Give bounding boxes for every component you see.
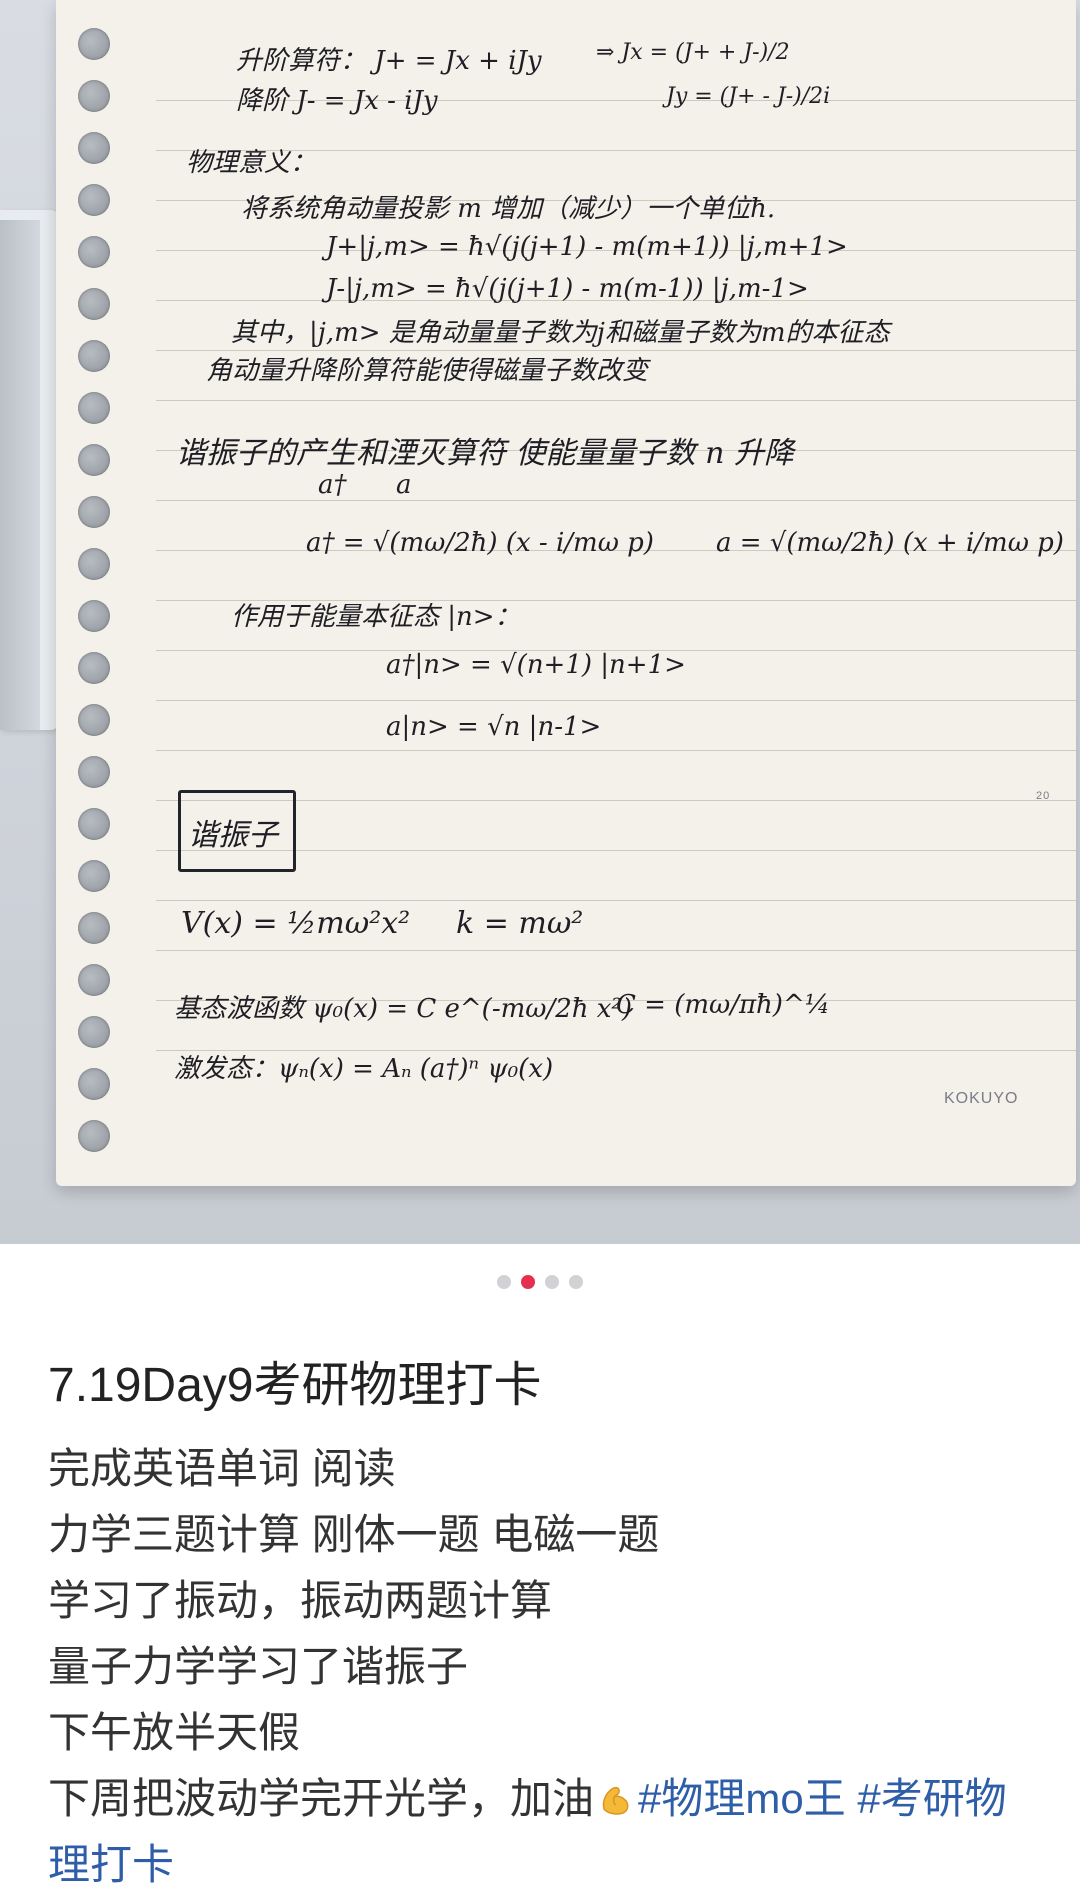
note-a-dagger-definition: a† = √(mω/2ħ) (x - i/mω p): [306, 528, 654, 558]
note-excited-state: 激发态：ψₙ(x) = Aₙ (a†)ⁿ ψ₀(x): [174, 1054, 554, 1084]
note-ladder-effect: 角动量升降阶算符能使得磁量子数改变: [206, 356, 649, 386]
note-a-dagger-label: a†: [318, 470, 347, 500]
note-c-definition: C = (mω/πħ)^¼: [616, 990, 830, 1020]
hashtag-link[interactable]: #物理mo王: [638, 1775, 846, 1822]
note-jplus-action: J+|j,m> = ħ√(j(j+1) - m(m+1)) |j,m+1>: [326, 232, 848, 262]
post-line: 完成英语单词 阅读: [48, 1445, 396, 1492]
post-line: 量子力学学习了谐振子: [48, 1643, 469, 1690]
carousel-dot[interactable]: [545, 1275, 559, 1289]
note-acts-on: 作用于能量本征态 |n>：: [231, 602, 521, 632]
post-body: 完成英语单词 阅读 力学三题计算 刚体一题 电磁一题 学习了振动，振动两题计算 …: [48, 1436, 1038, 1898]
note-physical-meaning: 将系统角动量投影 m 增加（减少）一个单位ħ.: [241, 194, 776, 224]
note-physical-meaning-title: 物理意义：: [186, 148, 317, 178]
note-k-definition: k = mω²: [456, 906, 584, 941]
note-oscillator-operators: 谐振子的产生和湮灭算符 使能量量子数 n 升降: [176, 436, 794, 471]
post-line-last: 下周把波动学完开光学，加油 #物理mo王 #考研物理打卡: [48, 1766, 1038, 1898]
note-a-label: a: [396, 470, 412, 500]
post-line: 下午放半天假: [48, 1709, 301, 1756]
carousel-dot[interactable]: [569, 1275, 583, 1289]
flexed-biceps-icon: [602, 1786, 629, 1815]
note-lowering-operator: 降阶 J- = Jx - iJy: [236, 86, 438, 116]
note-jx: ⇒ Jx = (J+ + J-)/2: [596, 40, 790, 65]
post-line-text: 下周把波动学完开光学，加油: [48, 1775, 595, 1822]
note-jy: Jy = (J+ - J-)/2i: [666, 84, 831, 109]
post-title: 7.19Day9考研物理打卡: [48, 1359, 542, 1412]
note-raising-operator: 升阶算符： J+ = Jx + iJy: [236, 46, 542, 76]
notebook-page: 升阶算符： J+ = Jx + iJy 降阶 J- = Jx - iJy ⇒ J…: [56, 0, 1076, 1186]
note-potential: V(x) = ½mω²x²: [181, 906, 411, 941]
post-line: 力学三题计算 刚体一题 电磁一题: [48, 1511, 660, 1558]
post-photo[interactable]: 升阶算符： J+ = Jx + iJy 降阶 J- = Jx - iJy ⇒ J…: [0, 0, 1080, 1244]
carousel-dot-active[interactable]: [521, 1275, 535, 1289]
notebook-brand: KOKUYO: [944, 1090, 1019, 1107]
note-a-definition: a = √(mω/2ħ) (x + i/mω p): [716, 528, 1064, 558]
desk-edge: [0, 220, 40, 730]
note-ground-state: 基态波函数 ψ₀(x) = C e^(-mω/2ħ x²): [174, 994, 632, 1024]
note-jminus-action: J-|j,m> = ħ√(j(j+1) - m(m-1)) |j,m-1>: [326, 274, 809, 304]
note-section-title: 谐振子: [188, 818, 278, 853]
note-eigenstate-def: 其中，|j,m> 是角动量量子数为j和磁量子数为m的本征态: [231, 318, 890, 348]
post-line: 学习了振动，振动两题计算: [48, 1577, 553, 1624]
notebook-margin-number: 20: [1036, 790, 1051, 802]
carousel-indicator: [0, 1272, 1080, 1292]
note-a-on-n: a|n> = √n |n-1>: [386, 712, 602, 742]
note-a-dagger-on-n: a†|n> = √(n+1) |n+1>: [386, 650, 686, 680]
carousel-dot[interactable]: [497, 1275, 511, 1289]
